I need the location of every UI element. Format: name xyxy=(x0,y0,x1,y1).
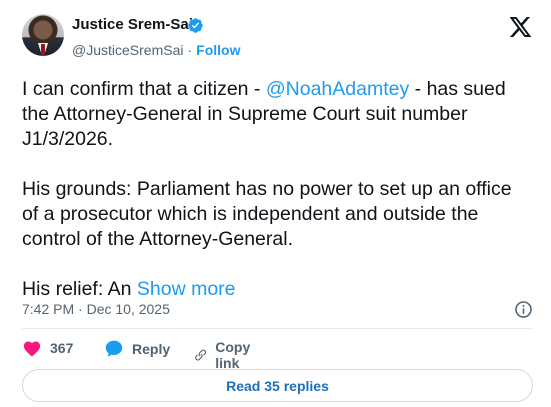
like-count: 367 xyxy=(50,340,74,356)
copy-link-label: Copy link xyxy=(215,339,251,371)
mention-link[interactable]: @NoahAdamtey xyxy=(266,78,409,100)
tweet-card: Justice Srem-Sai @JusticeSremSai · Follow … xyxy=(0,0,551,407)
tweet-text-segment: His relief: An xyxy=(22,278,137,300)
tweet-text-segment: I can confirm that a citizen - xyxy=(22,78,266,100)
tweet-paragraph-3: His relief: An Show more xyxy=(22,277,532,302)
follow-button[interactable]: Follow xyxy=(196,42,240,58)
avatar[interactable] xyxy=(22,14,64,56)
like-button[interactable]: 367 xyxy=(22,339,73,357)
divider xyxy=(22,328,533,329)
reply-button[interactable]: Reply xyxy=(104,339,170,358)
separator-dot: · xyxy=(187,42,193,58)
avatar-tie xyxy=(41,44,45,56)
copy-link-button[interactable]: Copy link xyxy=(194,339,257,371)
tweet-timestamp[interactable]: 7:42 PM · Dec 10, 2025 xyxy=(22,301,170,317)
author-name[interactable]: Justice Srem-Sai xyxy=(72,16,193,33)
tweet-text: I can confirm that a citizen - @NoahAdam… xyxy=(22,77,532,327)
reply-label: Reply xyxy=(132,340,171,357)
read-replies-button[interactable]: Read 35 replies xyxy=(22,369,533,402)
handle-row: @JusticeSremSai · Follow xyxy=(72,42,240,58)
tweet-paragraph-2: His grounds: Parliament has no power to … xyxy=(22,178,512,250)
link-icon xyxy=(195,349,207,361)
tweet-paragraph-1: I can confirm that a citizen - @NoahAdam… xyxy=(22,77,532,152)
author-handle[interactable]: @JusticeSremSai xyxy=(72,42,183,58)
show-more-link[interactable]: Show more xyxy=(137,278,236,300)
verified-badge-icon xyxy=(188,18,203,33)
info-icon[interactable] xyxy=(514,300,533,319)
x-logo-icon[interactable] xyxy=(510,17,532,37)
reply-bubble-icon xyxy=(105,340,123,357)
heart-icon xyxy=(23,341,41,357)
